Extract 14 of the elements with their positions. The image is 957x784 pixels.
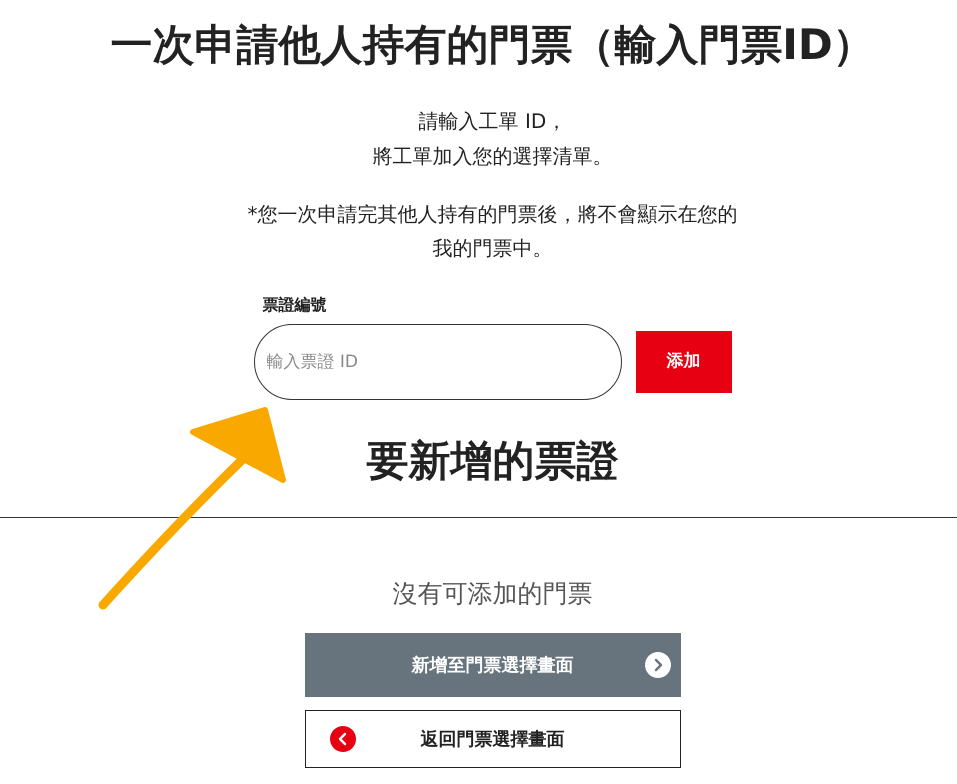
empty-message: 沒有可添加的門票 bbox=[392, 578, 592, 610]
chevron-left-icon bbox=[330, 726, 356, 752]
section-heading: 要新增的票證 bbox=[366, 435, 618, 487]
intro-line: 將工單加入您的選擇清單。 bbox=[372, 143, 612, 170]
back-button[interactable]: 返回門票選擇畫面 bbox=[304, 710, 680, 768]
add-button[interactable]: 添加 bbox=[636, 331, 732, 393]
note-line: *您一次申請完其他人持有的門票後，將不會顯示在您的 bbox=[248, 201, 738, 228]
add-to-selection-button[interactable]: 新增至門票選擇畫面 bbox=[304, 633, 680, 697]
page-title: 一次申請他人持有的門票（輸入門票ID） bbox=[110, 20, 875, 70]
intro-line: 請輸入工單 ID， bbox=[418, 108, 566, 135]
ticket-id-field[interactable]: 輸入票證 ID bbox=[254, 324, 622, 400]
note-line: 我的門票中。 bbox=[432, 235, 552, 262]
chevron-right-icon bbox=[644, 652, 670, 678]
field-label: 票證編號 bbox=[262, 295, 326, 315]
